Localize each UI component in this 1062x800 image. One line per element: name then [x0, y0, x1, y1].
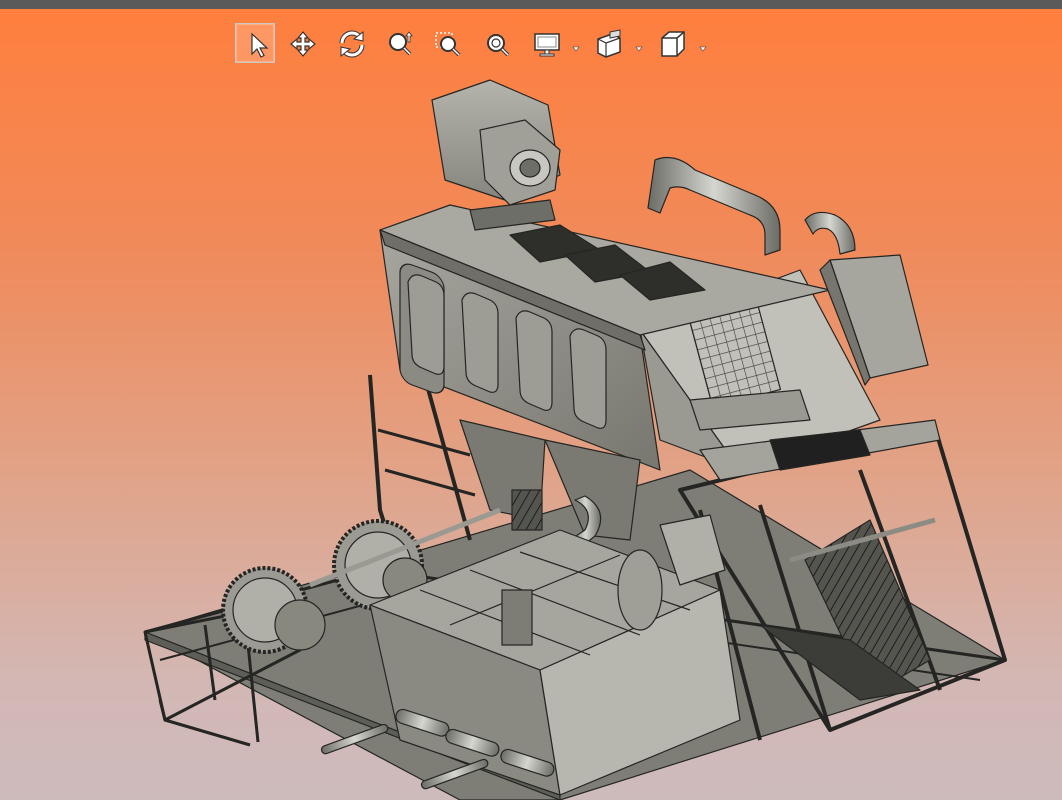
display-mode-button[interactable]	[526, 23, 566, 63]
cube-view-icon	[661, 31, 685, 57]
rotate-tool-button[interactable]	[331, 23, 371, 63]
zoom-updown-icon	[389, 31, 413, 56]
zoom-fit-tool-button[interactable]	[476, 23, 516, 63]
caret-down-icon	[635, 46, 643, 52]
caret-down-icon	[699, 46, 707, 52]
cursor-arrow-icon	[251, 32, 269, 58]
zoom-tool-button[interactable]	[379, 23, 419, 63]
monitor-icon	[534, 33, 560, 57]
view-orientation-dropdown[interactable]	[698, 40, 708, 52]
zoom-window-tool-button[interactable]	[427, 23, 467, 63]
select-tool-button[interactable]	[235, 23, 275, 63]
rotate-icon	[339, 30, 365, 58]
3d-viewport[interactable]	[0, 9, 1062, 800]
view-orientation-button[interactable]	[652, 23, 692, 63]
pan-tool-button[interactable]	[282, 23, 322, 63]
section-button[interactable]	[589, 23, 629, 63]
zoom-fit-icon	[487, 34, 510, 57]
machine-model-3d[interactable]	[0, 9, 1062, 800]
caret-down-icon	[572, 46, 580, 52]
window-title-bar	[0, 0, 1062, 9]
display-mode-dropdown[interactable]	[571, 40, 581, 52]
pan-arrows-icon	[290, 31, 316, 57]
section-plane-icon	[597, 29, 621, 58]
section-dropdown[interactable]	[634, 40, 644, 52]
zoom-window-icon	[435, 32, 461, 57]
